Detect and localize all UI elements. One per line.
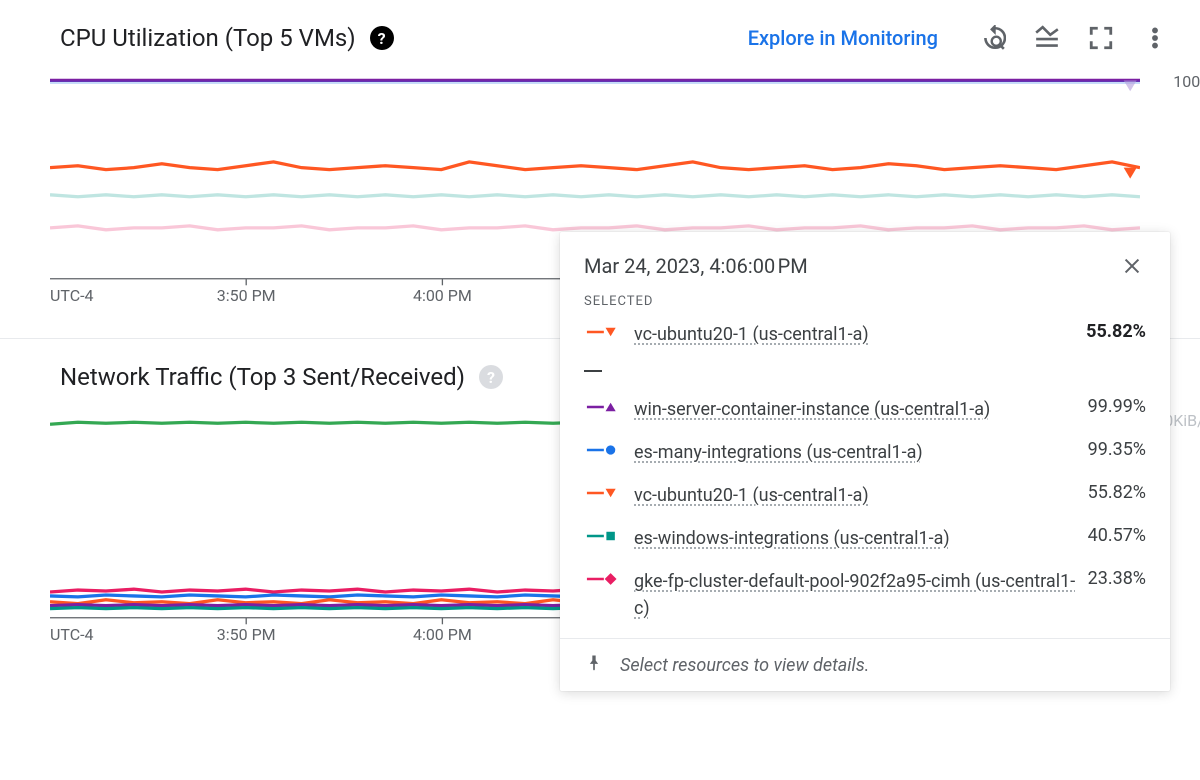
series-marker-icon xyxy=(584,568,622,590)
x-axis-tick: UTC-4 xyxy=(50,625,94,644)
x-axis-tick: 4:00 PM xyxy=(413,286,472,305)
x-axis-tick: UTC-4 xyxy=(50,286,94,305)
reset-zoom-icon[interactable] xyxy=(980,25,1006,51)
fullscreen-icon[interactable] xyxy=(1088,25,1114,51)
series-marker-icon xyxy=(584,482,622,504)
close-icon[interactable] xyxy=(1118,252,1146,280)
tooltip-footer-text: Select resources to view details. xyxy=(620,655,869,676)
tooltip-series-name[interactable]: vc-ubuntu20-1 (us-central1-a) xyxy=(634,482,1076,509)
series-marker-icon xyxy=(584,439,622,461)
tooltip-series-name[interactable]: es-windows-integrations (us-central1-a) xyxy=(634,525,1076,552)
x-axis-tick: 4:00 PM xyxy=(413,625,472,644)
legend-toggle-icon[interactable] xyxy=(1034,25,1060,51)
tooltip-series-row[interactable]: es-many-integrations (us-central1-a) 99.3… xyxy=(584,431,1146,474)
tooltip-series-value: 23.38% xyxy=(1088,568,1146,589)
more-menu-icon[interactable] xyxy=(1142,25,1168,51)
y-axis-label-max: 100% xyxy=(1173,72,1200,91)
tooltip-series-name[interactable]: win-server-container-instance (us-centra… xyxy=(634,396,1076,423)
cpu-panel-title: CPU Utilization (Top 5 VMs) xyxy=(60,24,356,52)
tooltip-series-name[interactable]: es-many-integrations (us-central1-a) xyxy=(634,439,1076,466)
series-marker-icon xyxy=(584,321,622,343)
hover-tooltip-card: Mar 24, 2023, 4:06:00 PM SELECTED vc-ubu… xyxy=(560,232,1170,691)
tooltip-series-row[interactable]: vc-ubuntu20-1 (us-central1-a) 55.82% xyxy=(584,474,1146,517)
network-panel-title: Network Traffic (Top 3 Sent/Received) xyxy=(60,363,465,391)
tooltip-series-name[interactable]: gke-fp-cluster-default-pool-902f2a95-cim… xyxy=(634,568,1076,622)
tooltip-section-label: SELECTED xyxy=(584,294,1146,309)
help-icon[interactable]: ? xyxy=(479,365,503,389)
tooltip-series-row[interactable]: win-server-container-instance (us-centra… xyxy=(584,388,1146,431)
tooltip-footer: Select resources to view details. xyxy=(560,638,1170,691)
tooltip-selected-row[interactable]: vc-ubuntu20-1 (us-central1-a) 55.82% xyxy=(584,313,1146,356)
tooltip-separator xyxy=(584,370,602,372)
tooltip-series-row[interactable]: es-windows-integrations (us-central1-a) 4… xyxy=(584,517,1146,560)
chart-toolbar xyxy=(980,25,1168,51)
tooltip-timestamp: Mar 24, 2023, 4:06:00 PM xyxy=(584,254,808,278)
explore-in-monitoring-link[interactable]: Explore in Monitoring xyxy=(748,26,938,50)
cpu-panel-header: CPU Utilization (Top 5 VMs) ? Explore in… xyxy=(0,0,1200,76)
tooltip-series-list: win-server-container-instance (us-centra… xyxy=(584,388,1146,630)
tooltip-series-value: 40.57% xyxy=(1088,525,1146,546)
tooltip-series-value: 55.82% xyxy=(1088,482,1146,503)
x-axis-tick: 3:50 PM xyxy=(217,625,276,644)
tooltip-series-value: 99.99% xyxy=(1088,396,1146,417)
series-marker-icon xyxy=(584,396,622,418)
series-marker-icon xyxy=(584,525,622,547)
tooltip-series-value: 99.35% xyxy=(1088,439,1146,460)
tooltip-series-row[interactable]: gke-fp-cluster-default-pool-902f2a95-cim… xyxy=(584,560,1146,630)
tooltip-series-name[interactable]: vc-ubuntu20-1 (us-central1-a) xyxy=(634,321,1074,348)
x-axis-tick: 3:50 PM xyxy=(217,286,276,305)
help-icon[interactable]: ? xyxy=(370,26,394,50)
tooltip-series-value: 55.82% xyxy=(1086,321,1146,342)
pin-icon[interactable] xyxy=(584,653,604,677)
